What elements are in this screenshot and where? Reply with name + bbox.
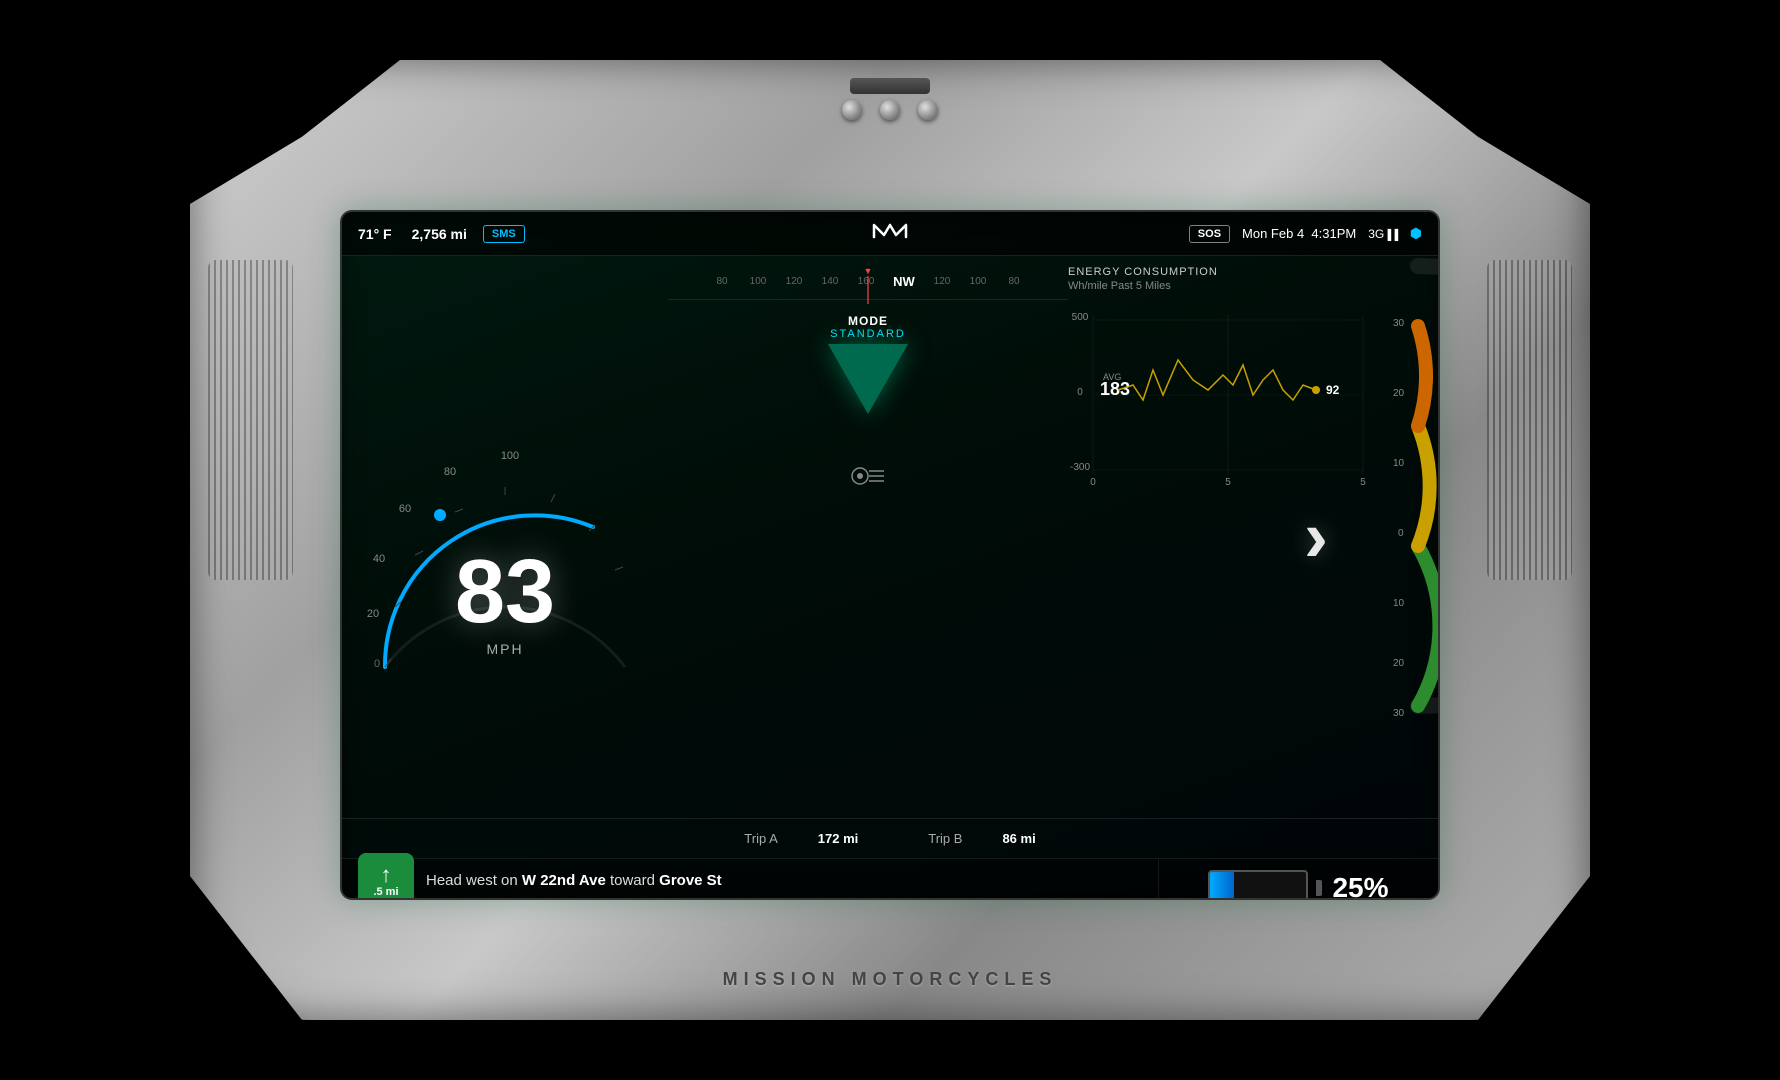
svg-text:183: 183: [1100, 379, 1130, 399]
mode-text: MODE: [848, 314, 888, 328]
main-content: 0 20 40 60 80 100: [342, 256, 1438, 818]
svg-text:40: 40: [373, 553, 385, 565]
bolt-3: [918, 100, 938, 120]
bolt-1: [842, 100, 862, 120]
trip-a-label: Trip A: [744, 831, 777, 846]
speedometer-arc: 0 20 40 60 80 100: [355, 407, 655, 667]
svg-text:20: 20: [367, 608, 379, 620]
svg-text:0: 0: [1077, 387, 1083, 398]
battery-visual: 25%: [1208, 870, 1388, 901]
sos-badge[interactable]: SOS: [1189, 225, 1230, 243]
nav-street: W 22nd Ave: [522, 872, 606, 889]
energy-section: ENERGY CONSUMPTION Wh/mile Past 5 Miles …: [1068, 256, 1438, 818]
signal-display: 3G ▌▌: [1368, 227, 1402, 241]
nav-direction-icon: ↑ .5 mi: [358, 853, 414, 901]
compass-bar: 80 100 120 140 160 NW 120 100 80 ▼: [668, 264, 1068, 300]
battery-section: 25% Battery Capacity: [1158, 859, 1438, 900]
nav-destination: Grove St: [659, 872, 722, 889]
svg-text:0: 0: [1398, 528, 1404, 539]
brand-logo: [870, 221, 910, 247]
svg-text:5: 5: [1225, 477, 1231, 488]
svg-text:100: 100: [501, 450, 519, 462]
drive-mode: STANDARD MODE: [828, 328, 908, 414]
svg-text:500: 500: [1072, 312, 1089, 323]
svg-text:0: 0: [1090, 477, 1096, 488]
nav-pre-text: Head west on: [426, 872, 522, 889]
battery-fill: [1210, 872, 1234, 901]
up-arrow-icon: ↑: [381, 864, 392, 886]
power-gauge-arc: 30 20 10 0 10 20 30 kW: [1338, 246, 1438, 726]
temperature-display: 71° F: [358, 226, 392, 242]
headlight-icon: [850, 464, 886, 495]
compass-direction: NW: [884, 274, 924, 289]
nav-instructions: ↑ .5 mi Head west on W 22nd Ave toward G…: [342, 859, 1158, 900]
battery-bar: [1208, 870, 1308, 901]
bluetooth-icon: ⬢: [1410, 225, 1422, 242]
nav-distance: .5 mi: [373, 886, 398, 898]
trip-b-value: 86 mi: [1002, 831, 1035, 846]
dashboard-shell: MISSION MOTORCYCLES 71° F 2,756 mi SMS S…: [190, 60, 1590, 1020]
trip-a-value: 172 mi: [818, 831, 858, 846]
nav-primary-instruction: ↑ .5 mi Head west on W 22nd Ave toward G…: [358, 853, 1142, 901]
top-bolts: [842, 100, 938, 120]
svg-text:20: 20: [1393, 388, 1405, 399]
next-page-arrow[interactable]: ›: [1304, 496, 1328, 578]
svg-text:80: 80: [444, 466, 456, 478]
svg-text:-300: -300: [1070, 462, 1090, 473]
svg-text:30: 30: [1393, 708, 1405, 719]
nav-primary-text: Head west on W 22nd Ave toward Grove St: [426, 872, 722, 889]
middle-section: 80 100 120 140 160 NW 120 100 80 ▼: [668, 256, 1068, 818]
mode-top-label: STANDARD: [830, 328, 906, 340]
status-bar: 71° F 2,756 mi SMS SOS Mon Feb 4 4:31PM …: [342, 212, 1438, 256]
svg-text:10: 10: [1393, 598, 1405, 609]
screen: 71° F 2,756 mi SMS SOS Mon Feb 4 4:31PM …: [340, 210, 1440, 900]
bottom-section: ↑ .5 mi Head west on W 22nd Ave toward G…: [342, 858, 1438, 900]
nav-mid-text: toward: [606, 872, 659, 889]
svg-text:30: 30: [1393, 318, 1405, 329]
sms-badge[interactable]: SMS: [483, 225, 525, 243]
side-grille-left: [208, 260, 293, 580]
battery-percent: 25%: [1332, 872, 1388, 901]
svg-text:0: 0: [374, 658, 380, 670]
odometer-display: 2,756 mi: [412, 226, 467, 242]
date-display: Mon Feb 4 4:31PM: [1242, 226, 1356, 241]
speed-unit: MPH: [486, 641, 523, 657]
side-grille-right: [1487, 260, 1572, 580]
battery-nub: [1316, 880, 1322, 896]
top-notch: [850, 78, 930, 94]
brand-label: MISSION MOTORCYCLES: [723, 969, 1058, 990]
svg-text:10: 10: [1393, 458, 1405, 469]
svg-text:20: 20: [1393, 658, 1405, 669]
speedometer-section: 0 20 40 60 80 100: [342, 256, 668, 818]
speed-value: 83: [455, 547, 555, 637]
bolt-2: [880, 100, 900, 120]
trip-b-label: Trip B: [928, 831, 962, 846]
svg-text:60: 60: [399, 503, 411, 515]
